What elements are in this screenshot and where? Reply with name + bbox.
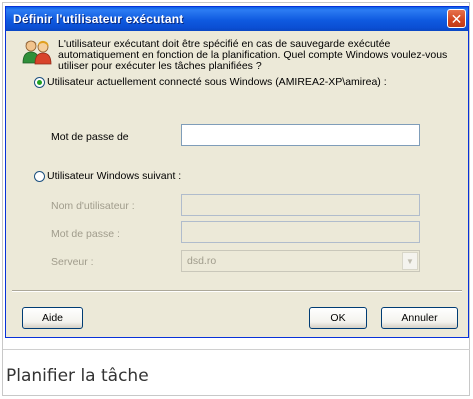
password-for-current-label: Mot de passe de: [51, 131, 129, 143]
close-icon: ✕: [450, 10, 463, 27]
server-value: dsd.ro: [187, 255, 217, 267]
radio-current-user[interactable]: [34, 77, 45, 88]
server-label: Serveur :: [51, 256, 94, 268]
ok-button[interactable]: OK: [309, 307, 367, 329]
server-dropdown[interactable]: dsd.ro ▼: [181, 250, 420, 272]
password-for-current-field[interactable]: [181, 124, 420, 146]
dialog-content: L'utilisateur exécutant doit être spécif…: [6, 31, 468, 337]
username-field[interactable]: [181, 194, 420, 216]
figure-caption: Planifier la tâche: [6, 366, 149, 386]
password-field[interactable]: [181, 221, 420, 243]
close-button[interactable]: ✕: [447, 9, 466, 28]
cancel-button[interactable]: Annuler: [381, 307, 458, 329]
username-label: Nom d'utilisateur :: [51, 200, 135, 212]
help-button[interactable]: Aide: [22, 307, 83, 329]
title-bar[interactable]: Définir l'utilisateur exécutant ✕: [6, 7, 468, 31]
separator: [12, 290, 462, 292]
caption-separator: [3, 349, 470, 350]
radio-other-user-label[interactable]: Utilisateur Windows suivant :: [47, 170, 181, 182]
radio-other-user[interactable]: [34, 171, 45, 182]
users-icon: [22, 40, 52, 65]
password-label: Mot de passe :: [51, 228, 120, 240]
run-as-user-dialog: Définir l'utilisateur exécutant ✕ L'util…: [5, 6, 469, 338]
radio-current-user-label[interactable]: Utilisateur actuellement connecté sous W…: [47, 76, 387, 88]
dialog-title: Définir l'utilisateur exécutant: [13, 12, 184, 26]
chevron-down-icon[interactable]: ▼: [402, 252, 418, 270]
intro-text: L'utilisateur exécutant doit être spécif…: [58, 38, 448, 72]
